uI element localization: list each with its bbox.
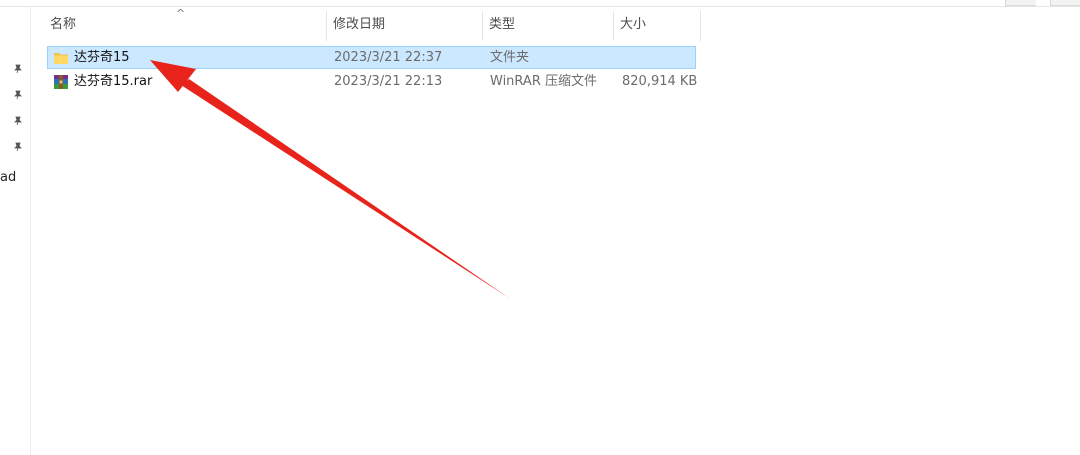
file-explorer: ad ^ 名称 修改日期 类型 大小 达芬奇15 2023/3/21 22:37… xyxy=(0,0,1080,455)
annotation-arrow xyxy=(150,60,512,300)
